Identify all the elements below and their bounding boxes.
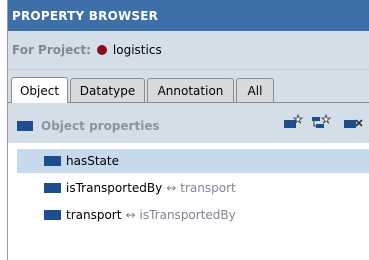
property-row-hasstate[interactable]: hasState: [17, 149, 369, 173]
inverse-arrow: ↔: [125, 208, 136, 222]
project-name: logistics: [112, 43, 162, 57]
property-name: hasState: [66, 154, 119, 168]
tab-object-label: Object: [19, 83, 60, 98]
project-label: For Project:: [12, 43, 91, 57]
tab-strip: Object Datatype Annotation All: [8, 70, 369, 103]
tab-all[interactable]: All: [236, 78, 274, 102]
tab-datatype-label: Datatype: [79, 83, 136, 98]
add-subproperty-icon[interactable]: [311, 114, 331, 130]
property-name: transport: [66, 208, 122, 222]
tab-all-label: All: [247, 83, 263, 98]
property-name: isTransportedBy: [66, 181, 163, 195]
inverse-arrow: ↔: [166, 181, 177, 195]
property-browser-panel: PROPERTY BROWSER For Project: logistics …: [8, 0, 369, 260]
property-tree: hasState isTransportedBy ↔ transport tra…: [17, 149, 369, 259]
delete-property-icon[interactable]: [343, 114, 363, 130]
object-property-icon: [44, 183, 61, 193]
section-header: Object properties: [8, 103, 369, 143]
tab-annotation[interactable]: Annotation: [147, 78, 234, 102]
object-properties-view: Object properties hasState isTransported…: [8, 103, 369, 260]
inverse-property-name: transport: [180, 181, 236, 195]
left-window-edge: [0, 0, 8, 260]
property-row-transport[interactable]: transport ↔ isTransportedBy: [17, 203, 369, 227]
section-label: Object properties: [41, 119, 160, 133]
object-property-icon: [17, 121, 33, 131]
tab-object[interactable]: Object: [11, 77, 68, 103]
project-bar: For Project: logistics: [8, 31, 369, 70]
object-property-icon: [44, 156, 61, 166]
property-row-istransportedby[interactable]: isTransportedBy ↔ transport: [17, 176, 369, 200]
add-property-icon[interactable]: [283, 114, 303, 130]
object-property-icon: [44, 210, 61, 220]
tab-annotation-label: Annotation: [157, 83, 224, 98]
tab-datatype[interactable]: Datatype: [70, 78, 145, 102]
panel-title: PROPERTY BROWSER: [8, 0, 369, 31]
panel-title-text: PROPERTY BROWSER: [12, 8, 159, 23]
project-icon: [96, 45, 107, 55]
inverse-property-name: isTransportedBy: [139, 208, 236, 222]
